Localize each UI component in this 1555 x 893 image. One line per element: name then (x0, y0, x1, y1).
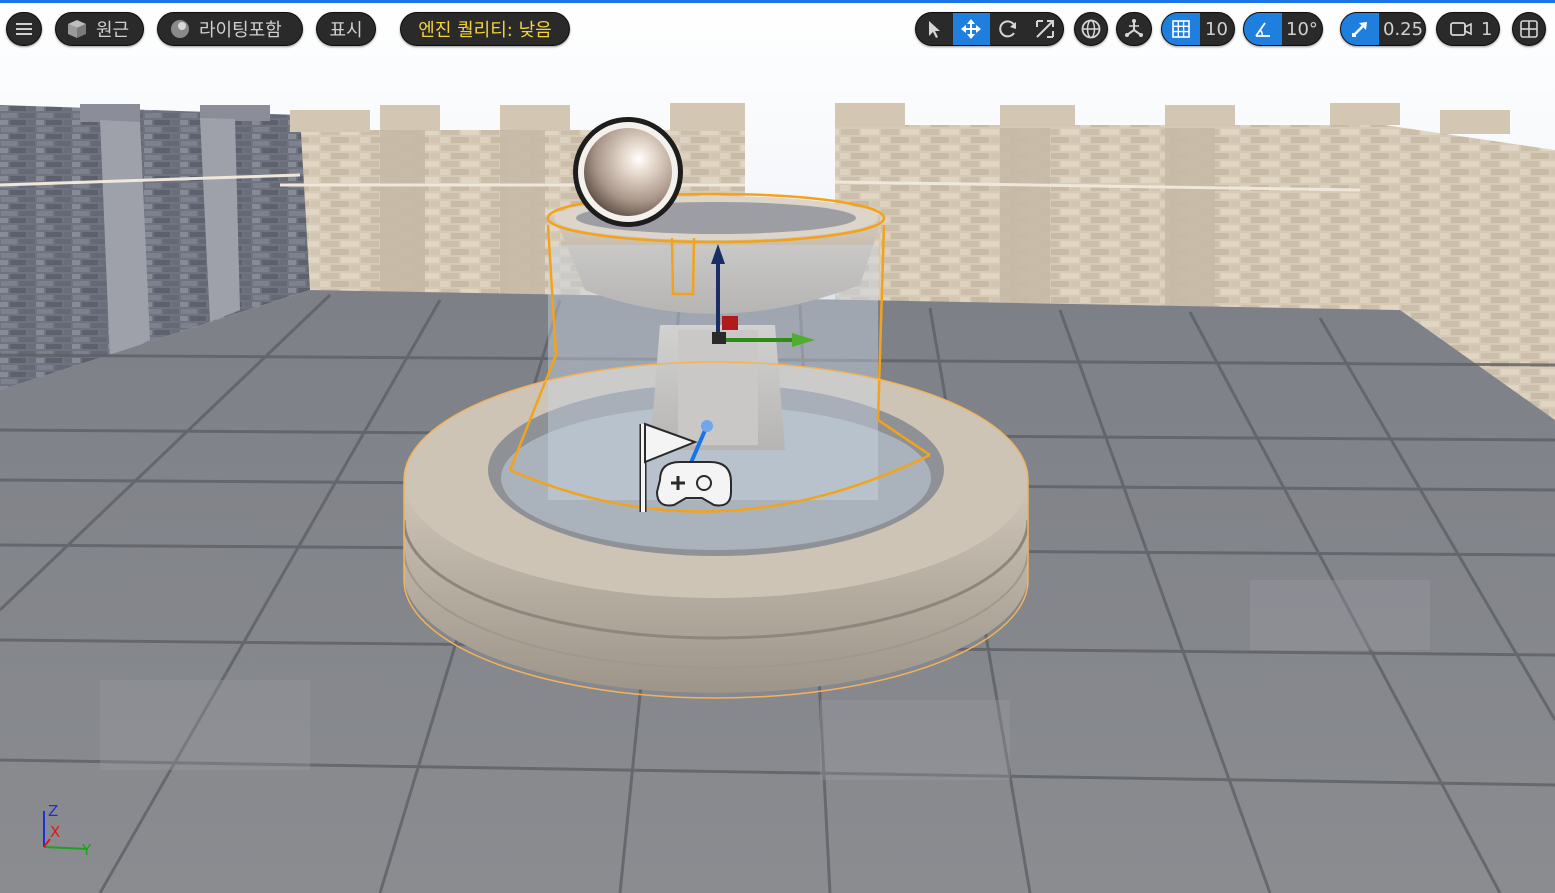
scale-icon (1035, 20, 1054, 38)
scale-snap-value[interactable]: 0.25 (1383, 19, 1423, 40)
perspective-button[interactable]: 원근 (55, 12, 144, 46)
camera-icon (1450, 22, 1472, 36)
transform-tools-group (915, 12, 1064, 46)
select-tool-button[interactable] (916, 13, 953, 45)
coordinate-system-button[interactable] (1074, 12, 1108, 46)
scene-render (0, 0, 1555, 893)
viewport-toolbar: 원근 라이팅포함 표시 엔진 퀄리티: 낮음 10 10° 0.25 1 (0, 3, 1555, 51)
rotation-snap-toggle[interactable] (1244, 13, 1282, 45)
viewport-layout-icon (1520, 20, 1538, 38)
hamburger-icon (16, 23, 32, 35)
camera-speed-button[interactable]: 1 (1436, 12, 1500, 46)
move-tool-button[interactable] (952, 13, 990, 45)
view-mode-button[interactable]: 라이팅포함 (157, 12, 303, 46)
rotate-icon (999, 20, 1016, 38)
scale-snap-toggle[interactable] (1341, 13, 1379, 45)
grid-snap-toggle[interactable] (1162, 13, 1200, 45)
axis-y-label: Y (81, 841, 92, 859)
axis-indicator: Z X Y (43, 803, 92, 859)
rotation-snap-group: 10° (1243, 12, 1323, 46)
axis-x-label: X (50, 823, 60, 841)
viewport-layout-button[interactable] (1512, 12, 1546, 46)
globe-icon (1081, 19, 1101, 39)
level-viewport[interactable]: Z X Y (0, 0, 1555, 893)
engine-quality-label: 엔진 퀄리티: 낮음 (418, 20, 552, 41)
view-mode-label: 라이팅포함 (199, 20, 282, 41)
surface-snap-icon (1125, 19, 1143, 37)
scale-snap-group: 0.25 (1340, 12, 1426, 46)
rotate-tool-button[interactable] (990, 13, 1027, 45)
scale-tool-button[interactable] (1026, 13, 1063, 45)
angle-icon (1255, 22, 1270, 37)
camera-speed-value: 1 (1481, 18, 1493, 40)
cube-icon (68, 20, 86, 38)
scale-arrow-icon (1352, 22, 1367, 37)
sphere-icon (171, 20, 189, 38)
show-label: 표시 (329, 20, 363, 41)
surface-snap-button[interactable] (1116, 12, 1152, 46)
axis-z-label: Z (48, 803, 58, 820)
rotation-snap-value[interactable]: 10° (1286, 19, 1318, 40)
grid-icon (1172, 20, 1190, 38)
select-arrow-icon (929, 21, 941, 38)
grid-snap-value[interactable]: 10 (1205, 19, 1228, 40)
move-icon (961, 19, 982, 39)
perspective-label: 원근 (96, 20, 130, 41)
grid-snap-group: 10 (1161, 12, 1235, 46)
engine-quality-button[interactable]: 엔진 퀄리티: 낮음 (400, 12, 570, 46)
viewport-options-button[interactable] (6, 12, 42, 46)
show-button[interactable]: 표시 (316, 12, 376, 46)
